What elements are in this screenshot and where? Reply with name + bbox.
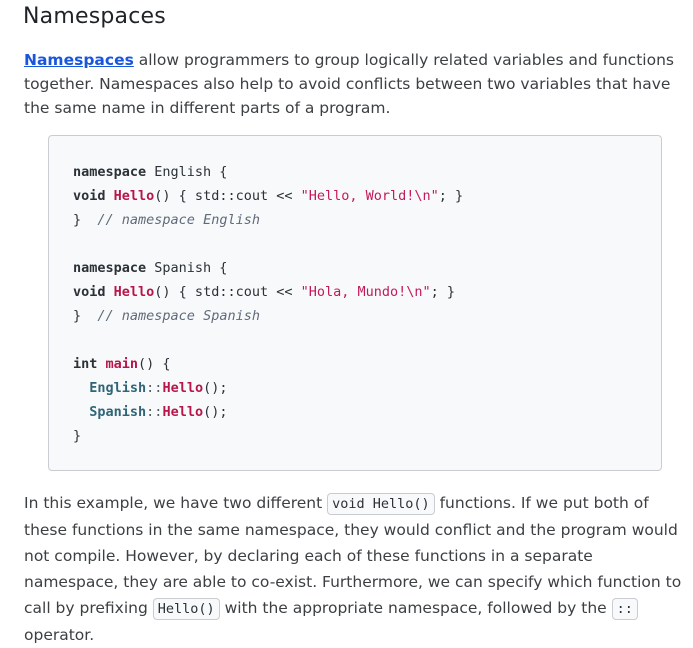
code-text: () { std::cout << xyxy=(154,284,301,300)
code-line: void Hello() { std::cout << "Hello, Worl… xyxy=(73,184,463,208)
code-text: English { xyxy=(146,164,228,180)
code-text: (); xyxy=(203,380,228,396)
code-line: } // namespace Spanish xyxy=(73,304,260,328)
code-keyword: namespace xyxy=(73,164,147,180)
explanation-text: operator. xyxy=(24,626,95,644)
code-text: } xyxy=(73,428,82,444)
code-block: namespace English { void Hello() { std::… xyxy=(48,135,662,471)
code-text: Spanish { xyxy=(146,260,228,276)
code-function: Hello xyxy=(162,380,204,396)
code-comment: // namespace Spanish xyxy=(97,308,260,324)
code-text: } xyxy=(73,308,82,324)
code-line: English::Hello(); xyxy=(73,376,227,400)
page-title: Namespaces xyxy=(23,4,166,29)
code-comment: // namespace English xyxy=(97,212,260,228)
code-line: int main() { xyxy=(73,352,171,376)
code-function: Hello xyxy=(113,188,155,204)
namespaces-link[interactable]: Namespaces xyxy=(24,51,134,69)
code-operator: :: xyxy=(146,380,163,396)
code-line: namespace Spanish { xyxy=(73,256,227,280)
code-keyword: void xyxy=(73,188,106,204)
code-text: (); xyxy=(203,404,228,420)
code-text: ; } xyxy=(430,284,456,300)
code-line: } // namespace English xyxy=(73,208,260,232)
code-text: () { xyxy=(138,356,171,372)
code-text: () { std::cout << xyxy=(154,188,301,204)
code-operator: :: xyxy=(146,404,163,420)
code-line: void Hello() { std::cout << "Hola, Mundo… xyxy=(73,280,455,304)
code-keyword: void xyxy=(73,284,106,300)
inline-code-hello: Hello() xyxy=(152,598,220,620)
inline-code-void-hello: void Hello() xyxy=(327,493,435,515)
explanation-text: In this example, we have two different xyxy=(24,494,328,512)
code-line: Spanish::Hello(); xyxy=(73,400,227,424)
code-string: "Hello, World!\n" xyxy=(300,188,439,204)
code-namespace: Spanish xyxy=(89,404,147,420)
inline-code-scope-operator: :: xyxy=(611,598,638,620)
code-keyword: int xyxy=(73,356,98,372)
code-line: namespace English { xyxy=(73,160,227,184)
intro-paragraph: Namespaces allow programmers to group lo… xyxy=(24,48,679,120)
code-function: Hello xyxy=(113,284,155,300)
code-line: } xyxy=(73,424,81,448)
code-text: ; } xyxy=(438,188,464,204)
explanation-text: with the appropriate namespace, followed… xyxy=(219,599,612,617)
article: Namespaces Namespaces allow programmers … xyxy=(0,0,693,644)
code-text: } xyxy=(73,212,82,228)
code-string: "Hola, Mundo!\n" xyxy=(300,284,431,300)
code-function: Hello xyxy=(162,404,204,420)
code-function: main xyxy=(105,356,139,372)
code-namespace: English xyxy=(89,380,147,396)
code-keyword: namespace xyxy=(73,260,147,276)
explanation-paragraph: In this example, we have two different v… xyxy=(24,490,684,648)
